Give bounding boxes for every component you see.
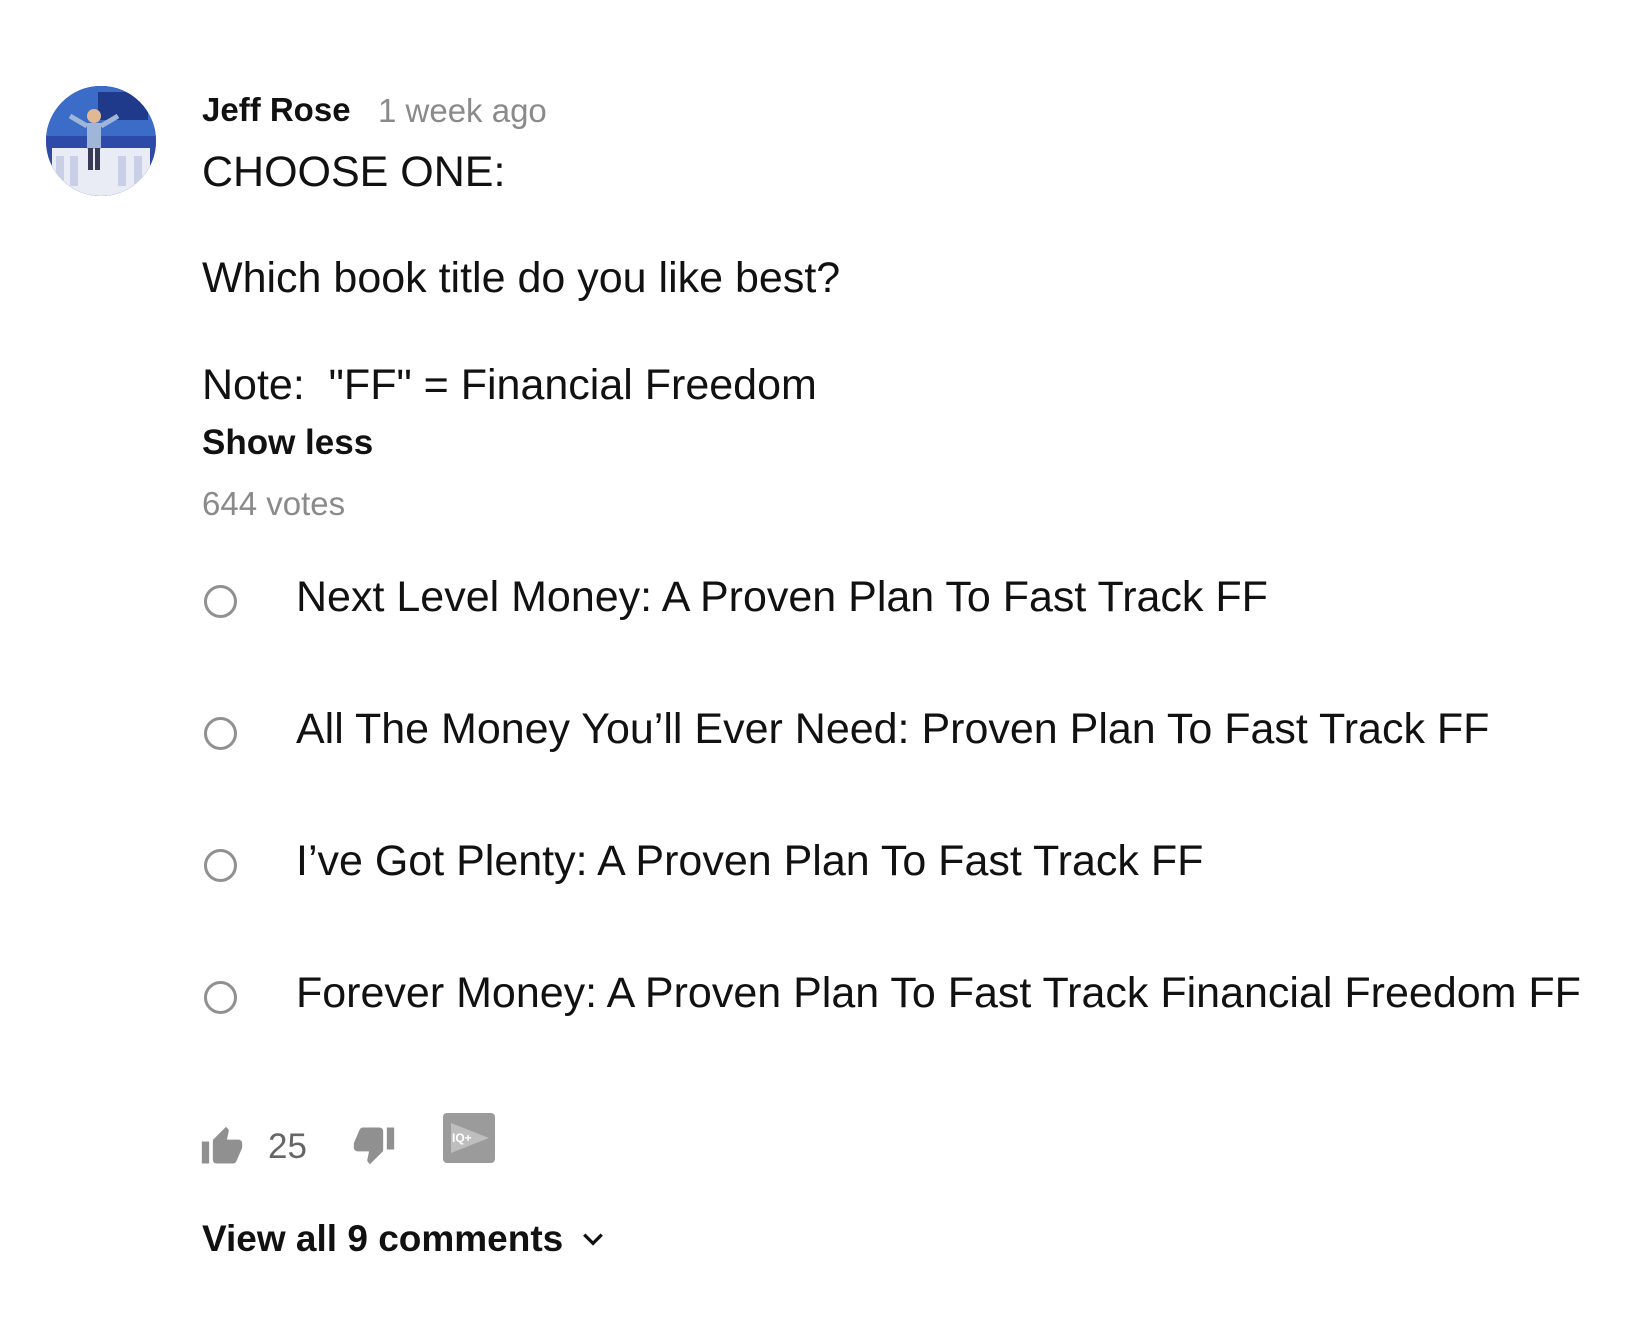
- avatar-image: [46, 86, 156, 196]
- community-post: Jeff Rose 1 week ago CHOOSE ONE: Which b…: [0, 0, 1625, 1318]
- post-text-line: Note: "FF" = Financial Freedom: [202, 361, 817, 409]
- view-all-comments-button[interactable]: View all 9 comments: [202, 1218, 608, 1268]
- poll-option[interactable]: All The Money You’ll Ever Need: Proven P…: [202, 702, 1612, 772]
- post-text-line: Which book title do you like best?: [202, 254, 841, 302]
- view-all-comments-label: View all 9 comments: [202, 1218, 564, 1259]
- thumbs-up-icon[interactable]: [200, 1125, 244, 1169]
- vote-count: 644 votes: [202, 485, 346, 522]
- poll-option[interactable]: I’ve Got Plenty: A Proven Plan To Fast T…: [202, 834, 1612, 904]
- show-less-button[interactable]: Show less: [202, 423, 373, 463]
- poll-option-label: All The Money You’ll Ever Need: Proven P…: [296, 705, 1490, 753]
- radio-button[interactable]: [204, 717, 237, 750]
- radio-button[interactable]: [204, 585, 237, 618]
- chevron-down-icon: [578, 1224, 608, 1254]
- post-text-line: CHOOSE ONE:: [202, 148, 506, 196]
- poll-option-label: Next Level Money: A Proven Plan To Fast …: [296, 573, 1268, 621]
- poll-option[interactable]: Forever Money: A Proven Plan To Fast Tra…: [202, 966, 1612, 1036]
- poll-option-label: I’ve Got Plenty: A Proven Plan To Fast T…: [296, 837, 1204, 885]
- tubebuddy-iq-icon[interactable]: IQ+: [443, 1113, 495, 1163]
- thumbs-down-icon[interactable]: [352, 1122, 396, 1166]
- post-timestamp[interactable]: 1 week ago: [378, 92, 547, 130]
- radio-button[interactable]: [204, 849, 237, 882]
- like-count: 25: [268, 1127, 307, 1166]
- radio-button[interactable]: [204, 981, 237, 1014]
- author-avatar[interactable]: [46, 86, 156, 196]
- poll-option[interactable]: Next Level Money: A Proven Plan To Fast …: [202, 570, 1612, 640]
- iq-badge-text: IQ+: [452, 1131, 472, 1145]
- author-name[interactable]: Jeff Rose: [202, 91, 351, 129]
- poll-option-label: Forever Money: A Proven Plan To Fast Tra…: [296, 969, 1581, 1017]
